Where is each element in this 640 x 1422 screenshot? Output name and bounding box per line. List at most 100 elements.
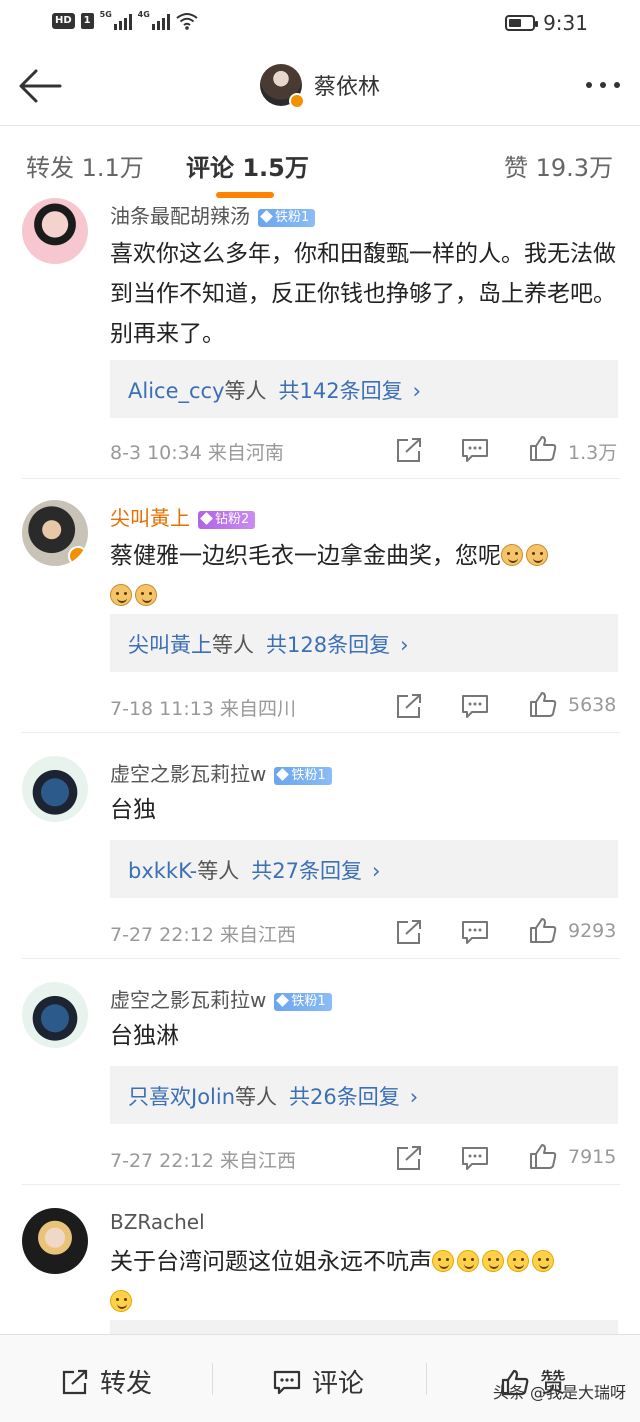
reply-user[interactable]: bxkkK- bbox=[128, 859, 197, 883]
chevron-right-icon: › bbox=[400, 633, 409, 657]
reply-summary[interactable] bbox=[110, 1320, 618, 1334]
nav-profile[interactable]: 蔡依林 bbox=[260, 64, 381, 109]
reply-count[interactable]: 共27条回复 bbox=[251, 859, 362, 883]
fan-badge: 铁粉1 bbox=[274, 993, 332, 1011]
wifi-icon bbox=[176, 13, 198, 30]
like-icon[interactable] bbox=[528, 690, 558, 718]
comment-meta: 7-27 22:12 来自江西 bbox=[110, 1150, 296, 1172]
battery-level bbox=[509, 19, 522, 27]
smile-emoji-icon bbox=[482, 1250, 504, 1272]
like-icon[interactable] bbox=[528, 916, 558, 944]
like-icon[interactable] bbox=[528, 434, 558, 462]
tab-bar: 转发 1.1万 评论 1.5万 赞 19.3万 bbox=[0, 126, 640, 202]
comment-meta: 7-27 22:12 来自江西 bbox=[110, 924, 296, 946]
active-tab-indicator bbox=[216, 192, 274, 198]
comment-meta: 8-3 10:34 来自河南 bbox=[110, 442, 284, 464]
comment-username[interactable]: 油条最配胡辣汤 铁粉1 bbox=[110, 200, 316, 229]
comment-text: 蔡健雅一边织毛衣一边拿金曲奖，您呢 bbox=[110, 536, 620, 616]
comment-username[interactable]: 尖叫黃上 钻粉2 bbox=[110, 502, 256, 531]
status-bar: HD 1 5G 4G 9:31 bbox=[0, 0, 640, 46]
sim-indicator: 1 bbox=[80, 13, 94, 29]
comment-username[interactable]: BZRachel bbox=[110, 1210, 205, 1234]
crown-icon bbox=[200, 512, 213, 525]
fan-badge-label: 铁粉1 bbox=[275, 210, 310, 225]
share-icon[interactable] bbox=[394, 918, 424, 946]
reply-suffix: 等人 bbox=[224, 379, 267, 403]
reply-summary[interactable]: bxkkK-等人 共27条回复 › bbox=[110, 840, 618, 898]
doge-emoji-icon bbox=[501, 544, 523, 566]
back-arrow-icon[interactable] bbox=[18, 68, 62, 104]
avatar[interactable] bbox=[22, 982, 88, 1048]
comment-label: 评论 bbox=[312, 1369, 365, 1399]
comment-username[interactable]: 虚空之影瓦莉拉w 铁粉1 bbox=[110, 984, 332, 1013]
verified-icon bbox=[289, 93, 305, 109]
comment-text: 喜欢你这么多年，你和田馥甄一样的人。我无法做到当作不知道，反正你钱也挣够了，岛上… bbox=[110, 241, 616, 347]
reply-summary-text: Alice_ccy等人 共142条回复 › bbox=[128, 375, 421, 405]
chevron-right-icon: › bbox=[371, 859, 381, 883]
reply-count[interactable]: 共26条回复 bbox=[289, 1085, 400, 1109]
avatar[interactable] bbox=[22, 1208, 88, 1274]
smile-emoji-icon bbox=[432, 1250, 454, 1272]
share-icon[interactable] bbox=[394, 1144, 424, 1172]
more-icon[interactable] bbox=[586, 82, 620, 88]
tab-comments[interactable]: 评论 1.5万 bbox=[186, 148, 309, 183]
comment-text: 台独 bbox=[110, 797, 156, 823]
comment-username[interactable]: 虚空之影瓦莉拉w 铁粉1 bbox=[110, 758, 332, 787]
avatar[interactable] bbox=[22, 500, 88, 566]
divider bbox=[22, 478, 620, 479]
comment-item: BZRachel 关于台湾问题这位姐永远不吭声 bbox=[0, 1204, 640, 1334]
reply-summary[interactable]: 尖叫黃上等人 共128条回复 › bbox=[110, 614, 618, 672]
divider bbox=[22, 1184, 620, 1185]
comment-item: 虚空之影瓦莉拉w 铁粉1 台独 bxkkK-等人 共27条回复 › 7-27 22:1… bbox=[0, 752, 640, 958]
share-icon[interactable] bbox=[394, 436, 424, 464]
tab-repost[interactable]: 转发 1.1万 bbox=[26, 148, 144, 183]
username-text: BZRachel bbox=[110, 1210, 205, 1234]
smile-emoji-icon bbox=[457, 1250, 479, 1272]
chevron-right-icon: › bbox=[412, 379, 422, 403]
reply-summary[interactable]: Alice_ccy等人 共142条回复 › bbox=[110, 360, 618, 418]
like-count: 5638 bbox=[568, 694, 617, 716]
diamond-icon bbox=[260, 210, 273, 223]
signal-5g-icon: 5G bbox=[99, 10, 132, 30]
reply-count[interactable]: 共142条回复 bbox=[279, 379, 403, 403]
reply-user[interactable]: Alice_ccy bbox=[128, 379, 225, 403]
status-right: 9:31 bbox=[505, 11, 588, 35]
reply-suffix: 等人 bbox=[235, 1085, 278, 1109]
avatar[interactable] bbox=[260, 64, 305, 109]
signal-4g-icon: 4G bbox=[137, 10, 170, 30]
reply-suffix: 等人 bbox=[212, 633, 254, 657]
share-icon[interactable] bbox=[394, 692, 424, 720]
like-icon[interactable] bbox=[528, 1142, 558, 1170]
fan-badge: 铁粉1 bbox=[274, 767, 332, 785]
fan-badge: 铁粉1 bbox=[258, 209, 316, 227]
avatar[interactable] bbox=[22, 198, 88, 264]
reply-count[interactable]: 共128条回复 bbox=[266, 633, 390, 657]
reply-suffix: 等人 bbox=[197, 859, 240, 883]
comment-icon[interactable] bbox=[460, 436, 490, 464]
status-left: HD 1 5G 4G bbox=[52, 10, 198, 30]
reply-user[interactable]: 尖叫黃上 bbox=[128, 633, 212, 657]
page-title: 蔡依林 bbox=[314, 75, 381, 100]
comment-icon[interactable] bbox=[460, 1144, 490, 1172]
comment-meta: 7-18 11:13 来自四川 bbox=[110, 698, 296, 720]
comment-text-content: 关于台湾问题这位姐永远不吭声 bbox=[110, 1249, 432, 1275]
comment-icon[interactable] bbox=[460, 918, 490, 946]
smile-emoji-icon bbox=[532, 1250, 554, 1272]
diamond-icon bbox=[276, 768, 290, 781]
net-type-1: 5G bbox=[99, 10, 112, 19]
username-text: 虚空之影瓦莉拉w bbox=[110, 988, 267, 1012]
comment-button[interactable]: 评论 bbox=[272, 1363, 364, 1400]
repost-button[interactable]: 转发 bbox=[60, 1363, 152, 1400]
tab-likes[interactable]: 赞 19.3万 bbox=[504, 148, 613, 183]
reply-summary-text: 尖叫黃上等人 共128条回复 › bbox=[128, 629, 409, 659]
username-text: 油条最配胡辣汤 bbox=[110, 204, 250, 228]
avatar[interactable] bbox=[22, 756, 88, 822]
net-type-2: 4G bbox=[137, 10, 150, 19]
reply-user[interactable]: 只喜欢Jolin bbox=[128, 1085, 235, 1109]
verified-icon bbox=[68, 546, 88, 566]
fan-badge-label: 铁粉1 bbox=[291, 994, 326, 1009]
comment-icon[interactable] bbox=[460, 692, 490, 720]
reply-summary[interactable]: 只喜欢Jolin等人 共26条回复 › bbox=[110, 1066, 618, 1124]
fan-badge-label: 铁粉1 bbox=[291, 768, 326, 783]
reply-summary-text: bxkkK-等人 共27条回复 › bbox=[128, 855, 380, 885]
